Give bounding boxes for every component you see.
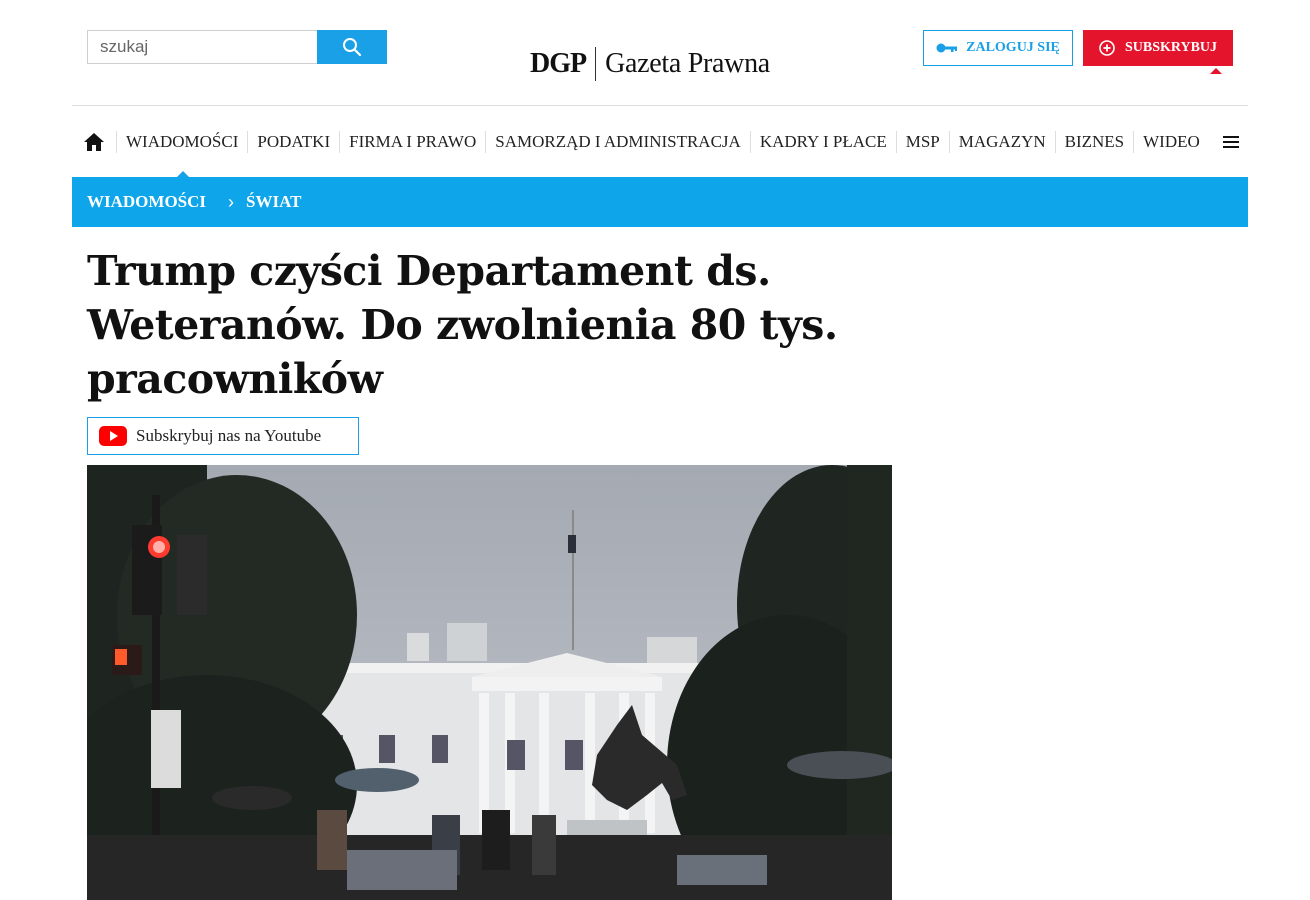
article-title: Trump czyści Departament ds. Weteranów. … — [87, 247, 838, 403]
home-icon — [84, 133, 104, 151]
nav-home[interactable] — [72, 124, 116, 160]
subscribe-label: SUBSKRYBUJ — [1124, 40, 1218, 55]
nav-item-wiadomosci[interactable]: WIADOMOŚCI — [116, 131, 247, 153]
nav-item-samorzad[interactable]: SAMORZĄD I ADMINISTRACJA — [485, 131, 750, 153]
search-box — [87, 30, 387, 64]
breadcrumb-section[interactable]: WIADOMOŚCI — [87, 192, 206, 212]
site-logo[interactable]: DGP Gazeta Prawna — [530, 44, 770, 84]
main-nav: WIADOMOŚCI PODATKI FIRMA I PRAWO SAMORZĄ… — [72, 124, 1248, 160]
key-icon — [936, 43, 958, 53]
hamburger-icon — [1222, 136, 1239, 148]
search-button[interactable] — [317, 30, 387, 64]
search-input[interactable] — [87, 30, 317, 64]
nav-item-biznes[interactable]: BIZNES — [1054, 131, 1134, 153]
youtube-subscribe-button[interactable]: Subskrybuj nas na Youtube — [87, 417, 359, 455]
white-house-photo — [87, 465, 892, 900]
search-icon — [343, 38, 362, 57]
logo-short: DGP — [530, 48, 587, 79]
breadcrumb-subsection[interactable]: ŚWIAT — [246, 192, 301, 212]
nav-item-wideo[interactable]: WIDEO — [1133, 131, 1209, 153]
youtube-icon — [99, 426, 127, 446]
login-button[interactable]: ZALOGUJ SIĘ — [923, 30, 1073, 66]
subscribe-button[interactable]: SUBSKRYBUJ — [1083, 30, 1233, 66]
nav-item-firma-i-prawo[interactable]: FIRMA I PRAWO — [339, 131, 485, 153]
logo-separator — [595, 47, 597, 81]
nav-item-kadry-i-place[interactable]: KADRY I PŁACE — [749, 131, 896, 153]
header-divider — [72, 105, 1248, 106]
chevron-right-icon: › — [228, 191, 235, 212]
youtube-subscribe-label: Subskrybuj nas na Youtube — [136, 426, 322, 445]
logo-name: Gazeta Prawna — [605, 48, 770, 79]
nav-item-magazyn[interactable]: MAGAZYN — [948, 131, 1055, 153]
nav-item-podatki[interactable]: PODATKI — [247, 131, 339, 153]
nav-item-msp[interactable]: MSP — [895, 131, 949, 153]
subscribe-caret — [1210, 68, 1222, 74]
nav-menu-button[interactable] — [1219, 130, 1243, 154]
login-label: ZALOGUJ SIĘ — [966, 40, 1060, 55]
article-photo — [87, 465, 892, 900]
plus-circle-icon — [1099, 40, 1115, 56]
breadcrumb: WIADOMOŚCI › ŚWIAT — [72, 177, 1248, 227]
